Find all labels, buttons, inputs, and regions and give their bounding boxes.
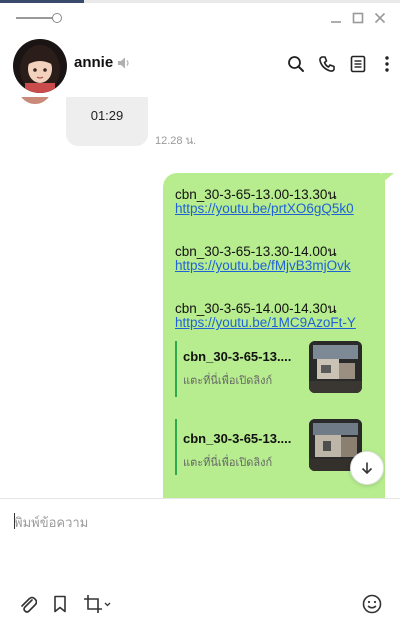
chat-header: annie (0, 31, 400, 97)
arrow-down-icon (361, 462, 373, 475)
audio-message[interactable]: 01:29 (66, 97, 148, 146)
text-caret (14, 513, 15, 529)
sender-avatar[interactable] (18, 97, 52, 104)
preview-title: cbn_30-3-65-13.... (183, 431, 292, 446)
link-preview-card[interactable]: cbn_30-3-65-13.... แตะที่นี่เพื่อเปิดลิง… (175, 341, 371, 401)
chat-area[interactable]: 01:29 12.28 น. cbn_30-3-65-13.00-13.30น … (0, 97, 400, 498)
preview-subtitle: แตะที่นี่เพื่อเปิดลิงก์ (183, 375, 273, 387)
bubble-tail (382, 173, 394, 183)
slider-knob[interactable] (52, 13, 62, 23)
minimize-icon[interactable] (326, 8, 346, 28)
message-link[interactable]: https://youtu.be/fMjvB3mjOvk (175, 258, 371, 273)
screenshot-icon[interactable] (82, 593, 114, 615)
mute-icon (116, 55, 132, 71)
emoji-icon[interactable] (361, 593, 383, 615)
avatar[interactable] (13, 39, 67, 93)
bookmark-icon[interactable] (49, 593, 71, 615)
audio-duration: 01:29 (90, 108, 124, 123)
maximize-icon[interactable] (348, 8, 368, 28)
call-icon[interactable] (316, 53, 338, 75)
preview-subtitle: แตะที่นี่เพื่อเปิดลิงก์ (183, 457, 273, 469)
search-icon[interactable] (285, 53, 307, 75)
message-input[interactable] (14, 512, 384, 572)
scroll-to-bottom-button[interactable] (350, 451, 384, 485)
slider-track (16, 17, 54, 19)
message-composer (0, 499, 400, 626)
message-link[interactable]: https://youtu.be/1MC9AzoFt-Y (175, 315, 371, 330)
contact-name[interactable]: annie (74, 54, 113, 71)
message-link[interactable]: https://youtu.be/prtXO6gQ5k0 (175, 201, 371, 216)
notes-icon[interactable] (347, 53, 369, 75)
preview-accent-bar (175, 419, 177, 475)
more-icon[interactable] (376, 53, 398, 75)
link-preview-card[interactable]: cbn_30-3-65-13.... แตะที่นี่เพื่อเปิดลิง… (175, 419, 371, 479)
preview-accent-bar (175, 341, 177, 397)
close-icon[interactable] (370, 8, 390, 28)
message-time: 12.28 น. (155, 135, 197, 147)
opacity-slider[interactable] (16, 13, 62, 23)
attach-icon[interactable] (17, 593, 39, 615)
sent-message-bubble[interactable]: cbn_30-3-65-13.00-13.30น https://youtu.b… (163, 173, 394, 498)
preview-title: cbn_30-3-65-13.... (183, 349, 292, 364)
title-bar (0, 3, 400, 31)
video-thumbnail[interactable] (309, 341, 362, 393)
